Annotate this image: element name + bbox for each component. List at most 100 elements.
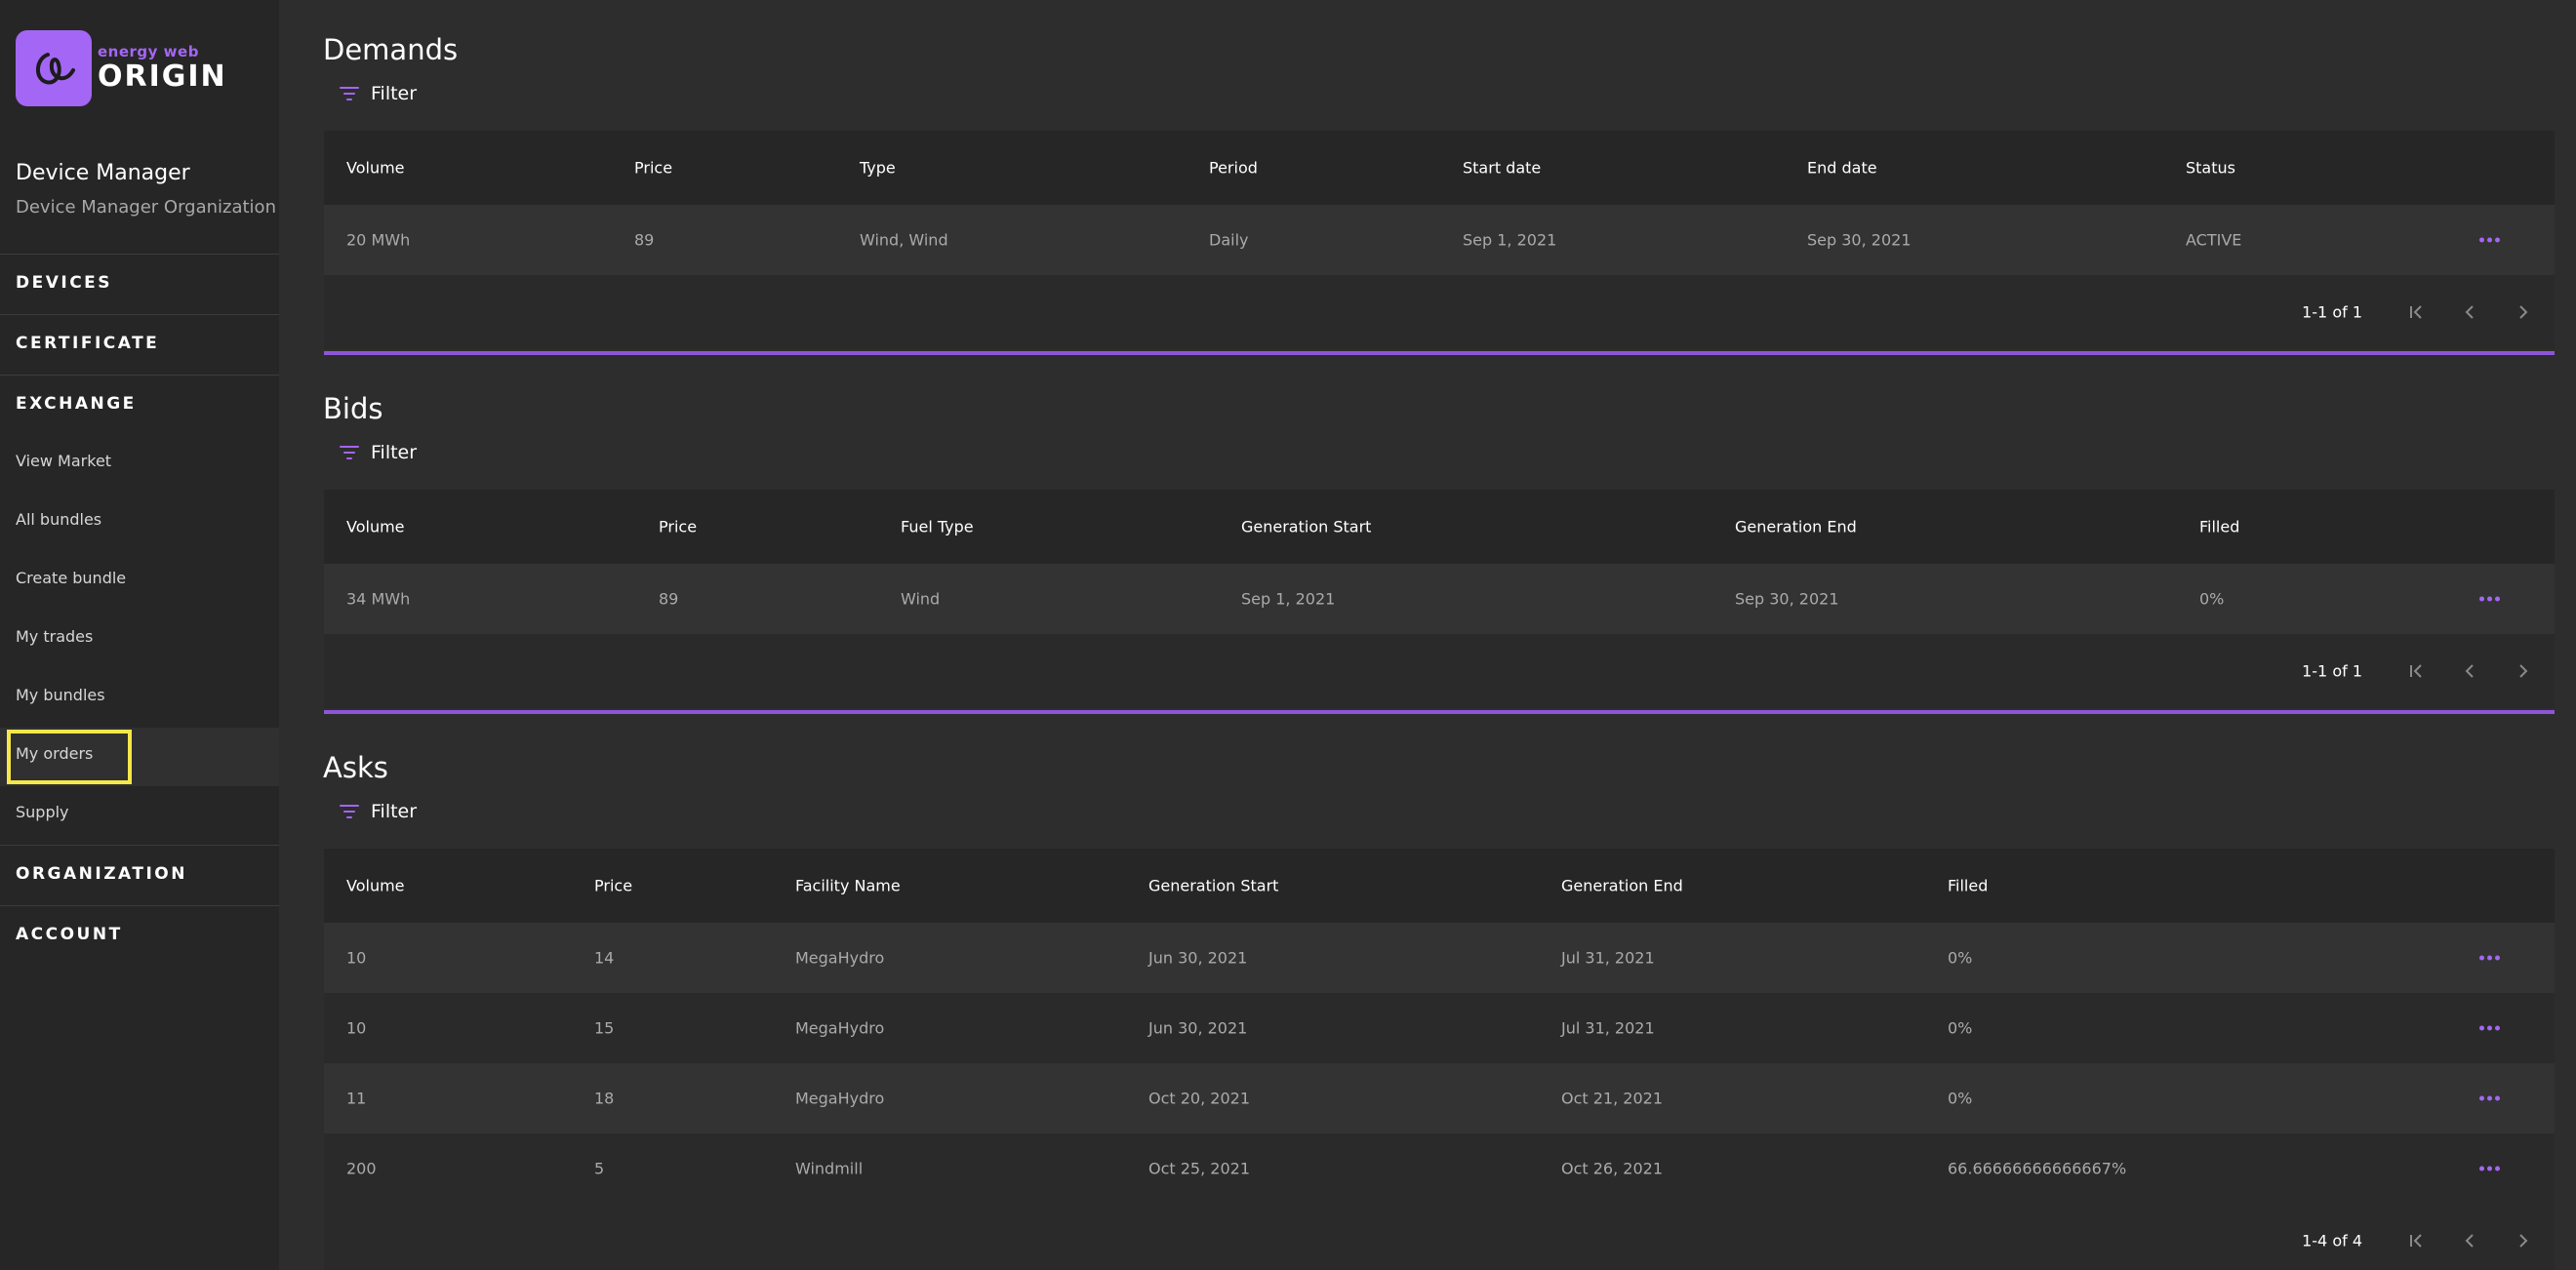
next-page-icon[interactable] xyxy=(2512,659,2535,683)
nav-item-view-market[interactable]: View Market xyxy=(16,452,111,470)
cell-volume: 20 MWh xyxy=(346,230,411,250)
cell-generation-end: Jul 31, 2021 xyxy=(1561,1018,1655,1038)
table-header: Volume Price Fuel Type Generation Start … xyxy=(324,490,2555,564)
cell-volume: 10 xyxy=(346,1018,367,1038)
cell-generation-start: Oct 20, 2021 xyxy=(1148,1089,1250,1108)
nav-section-account[interactable]: ACCOUNT xyxy=(16,925,123,944)
column-header[interactable]: Fuel Type xyxy=(901,518,974,536)
filter-icon xyxy=(340,805,359,818)
column-header[interactable]: Generation End xyxy=(1561,877,1683,895)
pagination: 1-1 of 1 xyxy=(324,634,2555,708)
column-header[interactable]: Generation End xyxy=(1735,518,1857,536)
demands-filter-button[interactable]: Filter xyxy=(338,82,417,105)
row-actions-more-icon[interactable] xyxy=(2479,596,2500,602)
table-row: 10 15 MegaHydro Jun 30, 2021 Jul 31, 202… xyxy=(324,993,2555,1063)
pagination: 1-1 of 1 xyxy=(324,275,2555,349)
first-page-icon[interactable] xyxy=(2404,1229,2428,1252)
previous-page-icon[interactable] xyxy=(2458,659,2481,683)
column-header[interactable]: End date xyxy=(1807,159,1877,178)
cell-volume: 34 MWh xyxy=(346,589,411,609)
cell-price: 14 xyxy=(594,948,615,968)
column-header[interactable]: Generation Start xyxy=(1241,518,1371,536)
column-header[interactable]: Price xyxy=(594,877,632,895)
column-header[interactable]: Status xyxy=(2186,159,2235,178)
cell-facility-name: MegaHydro xyxy=(795,1089,885,1108)
row-actions-more-icon[interactable] xyxy=(2479,1095,2500,1101)
next-page-icon[interactable] xyxy=(2512,300,2535,324)
nav-item-my-trades[interactable]: My trades xyxy=(16,627,93,646)
column-header[interactable]: Generation Start xyxy=(1148,877,1278,895)
filter-label: Filter xyxy=(371,442,418,463)
cell-price: 18 xyxy=(594,1089,615,1108)
column-header[interactable]: Filled xyxy=(1948,877,1988,895)
cell-fuel-type: Wind xyxy=(901,589,941,609)
demands-title: Demands xyxy=(323,33,459,66)
cell-end-date: Sep 30, 2021 xyxy=(1807,230,1912,250)
section-divider xyxy=(324,351,2555,355)
pagination-count: 1-4 of 4 xyxy=(2302,1231,2362,1250)
row-actions-more-icon[interactable] xyxy=(2479,955,2500,961)
row-actions-more-icon[interactable] xyxy=(2479,237,2500,243)
nav-item-create-bundle[interactable]: Create bundle xyxy=(16,569,126,587)
demands-table: Volume Price Type Period Start date End … xyxy=(324,131,2555,349)
bids-table: Volume Price Fuel Type Generation Start … xyxy=(324,490,2555,708)
cell-generation-end: Oct 26, 2021 xyxy=(1561,1159,1663,1178)
nav-divider xyxy=(0,845,279,846)
cell-price: 5 xyxy=(594,1159,605,1178)
next-page-icon[interactable] xyxy=(2512,1229,2535,1252)
cell-volume: 200 xyxy=(346,1159,377,1178)
cell-type: Wind, Wind xyxy=(860,230,948,250)
pagination-count: 1-1 of 1 xyxy=(2302,302,2362,322)
column-header[interactable]: Volume xyxy=(346,518,405,536)
column-header[interactable]: Volume xyxy=(346,159,405,178)
cell-price: 15 xyxy=(594,1018,615,1038)
logo-big-text: ORIGIN xyxy=(98,60,227,94)
nav-item-my-bundles[interactable]: My bundles xyxy=(16,686,105,704)
table-header: Volume Price Type Period Start date End … xyxy=(324,131,2555,205)
pagination: 1-4 of 4 xyxy=(324,1204,2555,1270)
column-header[interactable]: Volume xyxy=(346,877,405,895)
cell-filled: 0% xyxy=(1948,948,1973,968)
column-header[interactable]: Price xyxy=(634,159,672,178)
asks-title: Asks xyxy=(323,751,388,784)
column-header[interactable]: Type xyxy=(860,159,896,178)
cell-generation-end: Sep 30, 2021 xyxy=(1735,589,1839,609)
cell-generation-start: Jun 30, 2021 xyxy=(1148,948,1248,968)
column-header[interactable]: Price xyxy=(659,518,697,536)
cell-period: Daily xyxy=(1209,230,1249,250)
filter-icon xyxy=(340,87,359,100)
nav-section-exchange[interactable]: EXCHANGE xyxy=(16,394,137,414)
asks-filter-button[interactable]: Filter xyxy=(338,800,417,823)
previous-page-icon[interactable] xyxy=(2458,300,2481,324)
section-divider xyxy=(324,710,2555,714)
table-row: 20 MWh 89 Wind, Wind Daily Sep 1, 2021 S… xyxy=(324,205,2555,275)
table-row: 11 18 MegaHydro Oct 20, 2021 Oct 21, 202… xyxy=(324,1063,2555,1133)
cell-generation-start: Sep 1, 2021 xyxy=(1241,589,1336,609)
table-header: Volume Price Facility Name Generation St… xyxy=(324,849,2555,923)
nav-section-organization[interactable]: ORGANIZATION xyxy=(16,864,187,884)
filter-icon xyxy=(340,446,359,459)
origin-logo[interactable]: energy web ORIGIN xyxy=(16,29,269,107)
column-header[interactable]: Start date xyxy=(1463,159,1541,178)
first-page-icon[interactable] xyxy=(2404,659,2428,683)
column-header[interactable]: Facility Name xyxy=(795,877,901,895)
column-header[interactable]: Filled xyxy=(2199,518,2239,536)
column-header[interactable]: Period xyxy=(1209,159,1258,178)
nav-item-supply[interactable]: Supply xyxy=(16,803,69,821)
nav-section-devices[interactable]: DEVICES xyxy=(16,273,112,293)
first-page-icon[interactable] xyxy=(2404,300,2428,324)
row-actions-more-icon[interactable] xyxy=(2479,1025,2500,1031)
nav-section-certificate[interactable]: CERTIFICATE xyxy=(16,334,159,353)
bids-title: Bids xyxy=(323,392,383,425)
logo-small-text: energy web xyxy=(98,43,199,60)
bids-filter-button[interactable]: Filter xyxy=(338,441,417,464)
cell-filled: 66.66666666666667% xyxy=(1948,1159,2127,1178)
row-actions-more-icon[interactable] xyxy=(2479,1166,2500,1171)
nav-item-all-bundles[interactable]: All bundles xyxy=(16,510,101,529)
selection-highlight xyxy=(7,730,132,784)
cell-start-date: Sep 1, 2021 xyxy=(1463,230,1557,250)
nav-divider xyxy=(0,254,279,255)
previous-page-icon[interactable] xyxy=(2458,1229,2481,1252)
cell-generation-end: Jul 31, 2021 xyxy=(1561,948,1655,968)
cell-volume: 10 xyxy=(346,948,367,968)
